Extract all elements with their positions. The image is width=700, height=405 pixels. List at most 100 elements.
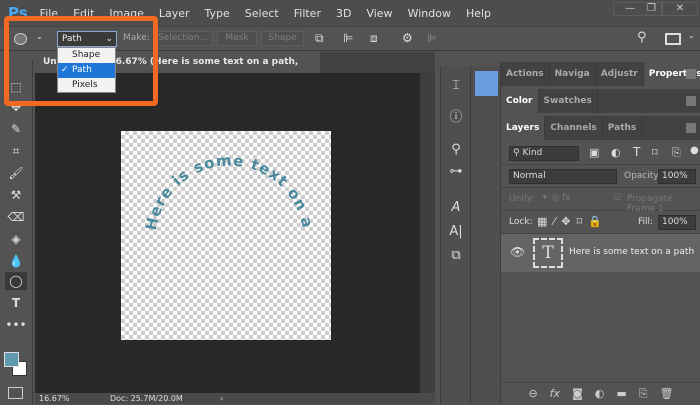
glyphs-icon[interactable]: ⧉	[446, 246, 466, 266]
quick-selection-tool-icon[interactable]: ✎	[5, 120, 27, 138]
quick-mask-icon[interactable]	[8, 387, 23, 399]
pixel-filter-icon[interactable]: ▣	[589, 146, 599, 159]
menu-layer[interactable]: Layer	[159, 7, 190, 20]
highlight-annotation	[4, 16, 158, 106]
gear-icon[interactable]: ⚙	[402, 31, 413, 45]
text-layer-thumbnail: T	[533, 238, 563, 268]
menu-select[interactable]: Select	[245, 7, 279, 20]
3d-dress-thumbnail-icon[interactable]	[475, 71, 498, 96]
panel-menu-icon[interactable]	[686, 96, 696, 106]
smart-object-filter-icon[interactable]: ⎘	[672, 146, 681, 160]
tab-actions[interactable]: Actions	[501, 62, 550, 86]
tab-navigator[interactable]: Naviga	[550, 62, 596, 86]
type-filter-icon[interactable]: T	[633, 145, 640, 159]
collapsed-panel-column-1: ⌶ ⓘ ⚲ ⊶ A A| ⧉	[440, 66, 470, 404]
menu-window[interactable]: Window	[408, 7, 451, 20]
lock-row: Lock: ▦⁄✥⌑🔒 Fill: 100%	[501, 211, 700, 234]
layers-tab-bar: Layers Channels Paths	[501, 116, 700, 140]
adjustment-filter-icon[interactable]: ◐	[611, 146, 621, 159]
brushes-icon[interactable]: ⚲	[446, 140, 466, 160]
shape-filter-icon[interactable]: ⌑	[652, 146, 658, 159]
foreground-color-swatch[interactable]	[4, 352, 19, 367]
opacity-input[interactable]: 100%	[658, 169, 696, 184]
clone-stamp-tool-icon[interactable]: ⚒	[5, 186, 27, 204]
eraser-tool-icon[interactable]: ⌫	[5, 208, 27, 226]
propagate-checkbox[interactable]: ☑	[613, 193, 621, 203]
layers-footer: ⊖ fx ◙ ◐ ▬ ⎘ 🗑	[501, 382, 700, 404]
blend-mode-select[interactable]: Normal	[509, 169, 617, 184]
tools-panel: ⬚ ✥ ✎ ⌗ 🖌 ⚒ ⌫ ◈ 💧 ◯ T •••	[0, 60, 33, 404]
ellipse-tool-icon[interactable]: ◯	[5, 272, 27, 290]
blur-tool-icon[interactable]: 💧	[5, 252, 27, 270]
type-tool-icon[interactable]: T	[5, 294, 27, 312]
path-text: Here is some text on a path	[115, 117, 316, 232]
menu-filter[interactable]: Filter	[294, 7, 321, 20]
character-icon[interactable]: A	[446, 198, 466, 218]
path-alignment-icon[interactable]: ⊫	[343, 31, 353, 45]
doc-size: Doc: 25.7M/20.0M	[110, 394, 183, 403]
unify-position-icon[interactable]: ✦ ◎ fx	[541, 193, 571, 203]
collapsed-panel-column-2	[470, 66, 500, 404]
add-mask-icon[interactable]: ◙	[572, 383, 583, 404]
restore-button[interactable]: ❐	[642, 2, 662, 16]
link-layers-icon[interactable]: ⊖	[528, 383, 537, 404]
make-selection-button[interactable]: Selection...	[153, 31, 213, 46]
chevron-down-icon[interactable]: ⌄	[688, 31, 695, 40]
tab-adjustments[interactable]: Adjustr	[596, 62, 644, 86]
unify-row: Unify: ✦ ◎ fx ☑ Propagate Frame 1	[501, 188, 700, 214]
menu-3d[interactable]: 3D	[336, 7, 351, 20]
filter-row: ⚲ Kind ▣ ◐ T ⌑ ⎘ ●	[501, 142, 700, 165]
close-button[interactable]: ✕	[662, 2, 698, 16]
layer-row[interactable]: 👁 T Here is some text on a path	[501, 234, 700, 272]
make-shape-button[interactable]: Shape	[261, 31, 304, 46]
tab-channels[interactable]: Channels	[545, 116, 603, 140]
fill-input[interactable]: 100%	[658, 215, 696, 230]
path-operations-icon[interactable]: ⧉	[315, 31, 324, 46]
fill-label: Fill:	[638, 217, 654, 227]
crop-tool-icon[interactable]: ⌗	[5, 142, 27, 160]
align-edges-icon[interactable]: ⊫	[427, 31, 437, 45]
make-mask-button[interactable]: Mask	[217, 31, 257, 46]
lock-label: Lock:	[509, 217, 533, 227]
paragraph-icon[interactable]: A|	[446, 222, 466, 242]
lock-icons[interactable]: ▦⁄✥⌑🔒	[537, 215, 608, 228]
fx-icon[interactable]: fx	[550, 383, 560, 404]
path-arrangement-icon[interactable]: ⧈	[370, 31, 378, 46]
info-icon[interactable]: ⓘ	[446, 108, 466, 128]
document-canvas[interactable]: Here is some text on a path	[115, 117, 331, 340]
new-layer-icon[interactable]: ⎘	[639, 383, 648, 404]
menu-type[interactable]: Type	[205, 7, 230, 20]
svg-text:Here is some text on a path: Here is some text on a path	[121, 131, 317, 232]
adjustment-layer-icon[interactable]: ◐	[595, 383, 605, 404]
blend-row: Normal Opacity: 100%	[501, 165, 700, 188]
tab-swatches[interactable]: Swatches	[539, 89, 598, 113]
timeline-icon[interactable]: ⌶	[446, 76, 466, 96]
workspace-icon[interactable]	[665, 33, 681, 45]
status-menu-arrow[interactable]: ›	[220, 393, 223, 404]
new-group-icon[interactable]: ▬	[616, 383, 626, 404]
vertical-scrollbar[interactable]	[420, 73, 435, 393]
status-bar: 16.67% Doc: 25.7M/20.0M ›	[35, 393, 435, 404]
filter-toggle-icon[interactable]: ●	[690, 145, 699, 156]
brush-tool-icon[interactable]: 🖌	[5, 164, 27, 182]
visibility-eye-icon[interactable]: 👁	[510, 245, 525, 259]
tab-paths[interactable]: Paths	[603, 116, 643, 140]
panel-menu-icon[interactable]	[686, 123, 696, 133]
canvas-area[interactable]: Here is some text on a path	[35, 73, 420, 393]
opacity-value: 100%	[662, 171, 688, 181]
zoom-level[interactable]: 16.67%	[39, 393, 70, 404]
tab-layers[interactable]: Layers	[501, 116, 546, 140]
text-on-path: Here is some text on a path	[115, 117, 317, 232]
layer-name[interactable]: Here is some text on a path	[569, 247, 694, 257]
right-panels: Actions Naviga Adjustr Properties Color …	[500, 62, 700, 404]
panel-menu-icon[interactable]	[686, 69, 696, 79]
menu-view[interactable]: View	[366, 7, 392, 20]
more-tools-icon[interactable]: •••	[5, 316, 27, 334]
trash-icon[interactable]: 🗑	[660, 383, 674, 404]
paint-bucket-tool-icon[interactable]: ◈	[5, 230, 27, 248]
search-icon[interactable]: ⚲	[637, 30, 647, 45]
tab-color[interactable]: Color	[501, 89, 539, 113]
menu-help[interactable]: Help	[466, 7, 491, 20]
kind-filter-select[interactable]: ⚲ Kind	[509, 146, 579, 161]
brush-settings-icon[interactable]: ⊶	[446, 162, 466, 182]
